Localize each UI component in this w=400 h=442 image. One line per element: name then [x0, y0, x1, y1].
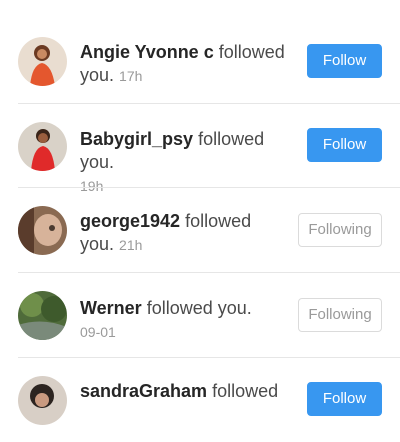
activity-feed-list: Angie Yvonne c followed you. 17h Follow …: [0, 0, 400, 425]
following-button[interactable]: Following: [298, 298, 382, 332]
notification-row[interactable]: george1942 followed you. 21h Following: [0, 188, 400, 272]
action-text: followed: [218, 42, 285, 62]
notification-text: george1942 followed you. 21h: [80, 210, 292, 257]
avatar[interactable]: [18, 376, 67, 425]
action-text: followed: [185, 211, 252, 231]
username[interactable]: Werner: [80, 298, 142, 318]
timestamp: 21h: [119, 237, 143, 253]
action-text-suffix: you.: [80, 65, 115, 85]
username[interactable]: george1942: [80, 211, 180, 231]
username[interactable]: sandraGraham: [80, 381, 207, 401]
notification-row[interactable]: sandraGraham followed Follow: [0, 358, 400, 442]
timestamp: 17h: [119, 68, 143, 84]
timestamp: 09-01: [80, 324, 116, 340]
username[interactable]: Angie Yvonne c: [80, 42, 214, 62]
action-text-suffix: you.: [80, 234, 115, 254]
following-button[interactable]: Following: [298, 213, 382, 247]
username[interactable]: Babygirl_psy: [80, 129, 193, 149]
action-text: followed: [212, 381, 279, 401]
notification-text: Angie Yvonne c followed you. 17h: [80, 41, 292, 88]
avatar[interactable]: [18, 37, 67, 86]
notification-row[interactable]: Angie Yvonne c followed you. 17h Follow: [0, 21, 400, 105]
notification-row[interactable]: Babygirl_psy followed you. 19h Follow: [0, 104, 400, 194]
notification-text: Werner followed you. 09-01: [80, 297, 292, 344]
notification-row[interactable]: Werner followed you. 09-01 Following: [0, 273, 400, 357]
avatar[interactable]: [18, 291, 67, 340]
follow-button[interactable]: Follow: [307, 44, 382, 78]
avatar[interactable]: [18, 122, 67, 171]
follow-button[interactable]: Follow: [307, 382, 382, 416]
action-text: followed you.: [146, 298, 252, 318]
avatar[interactable]: [18, 206, 67, 255]
follow-button[interactable]: Follow: [307, 128, 382, 162]
